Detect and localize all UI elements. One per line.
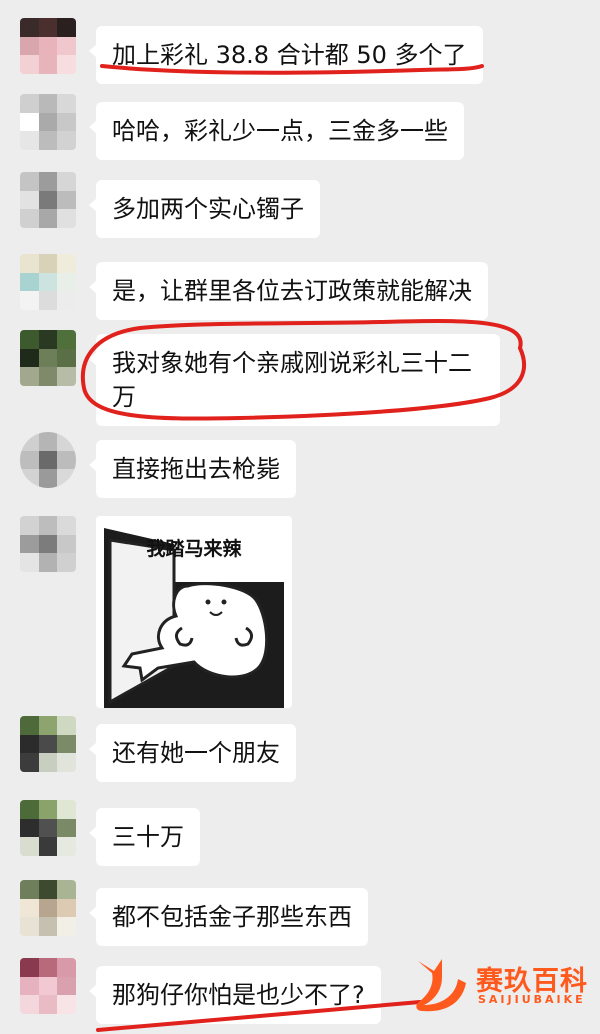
watermark-text-en: SAIJIUBAIKE xyxy=(478,993,586,1006)
avatar[interactable] xyxy=(20,432,76,488)
message-bubble[interactable]: 是，让群里各位去订政策就能解决 xyxy=(89,262,488,320)
message-bubble[interactable]: 直接拖出去枪毙 xyxy=(89,440,296,498)
avatar[interactable] xyxy=(20,716,76,772)
avatar[interactable] xyxy=(20,18,76,74)
avatar[interactable] xyxy=(20,330,76,386)
avatar[interactable] xyxy=(20,880,76,936)
avatar[interactable] xyxy=(20,172,76,228)
avatar[interactable] xyxy=(20,800,76,856)
avatar[interactable] xyxy=(20,958,76,1014)
watermark-whale-icon xyxy=(416,959,466,1012)
message-bubble[interactable]: 我对象她有个亲戚刚说彩礼三十二万 xyxy=(89,334,500,426)
message-bubble[interactable]: 哈哈，彩礼少一点，三金多一些 xyxy=(89,102,464,160)
watermark-logo: 赛玖百科 SAIJIUBAIKE xyxy=(412,953,592,1017)
message-bubble[interactable]: 都不包括金子那些东西 xyxy=(89,888,368,946)
message-bubble[interactable]: 三十万 xyxy=(89,808,200,866)
message-bubble[interactable]: 多加两个实心镯子 xyxy=(89,180,320,238)
message-bubble[interactable]: 加上彩礼 38.8 合计都 50 多个了 xyxy=(89,26,483,84)
sticker-caption: 我踏马来辣 xyxy=(146,538,242,560)
avatar[interactable] xyxy=(20,94,76,150)
avatar[interactable] xyxy=(20,516,76,572)
avatar[interactable] xyxy=(20,254,76,310)
message-bubble[interactable]: 还有她一个朋友 xyxy=(89,724,296,782)
message-bubble[interactable]: 那狗仔你怕是也少不了? xyxy=(89,966,381,1024)
sticker-image[interactable]: 我踏马来辣 xyxy=(96,516,292,708)
